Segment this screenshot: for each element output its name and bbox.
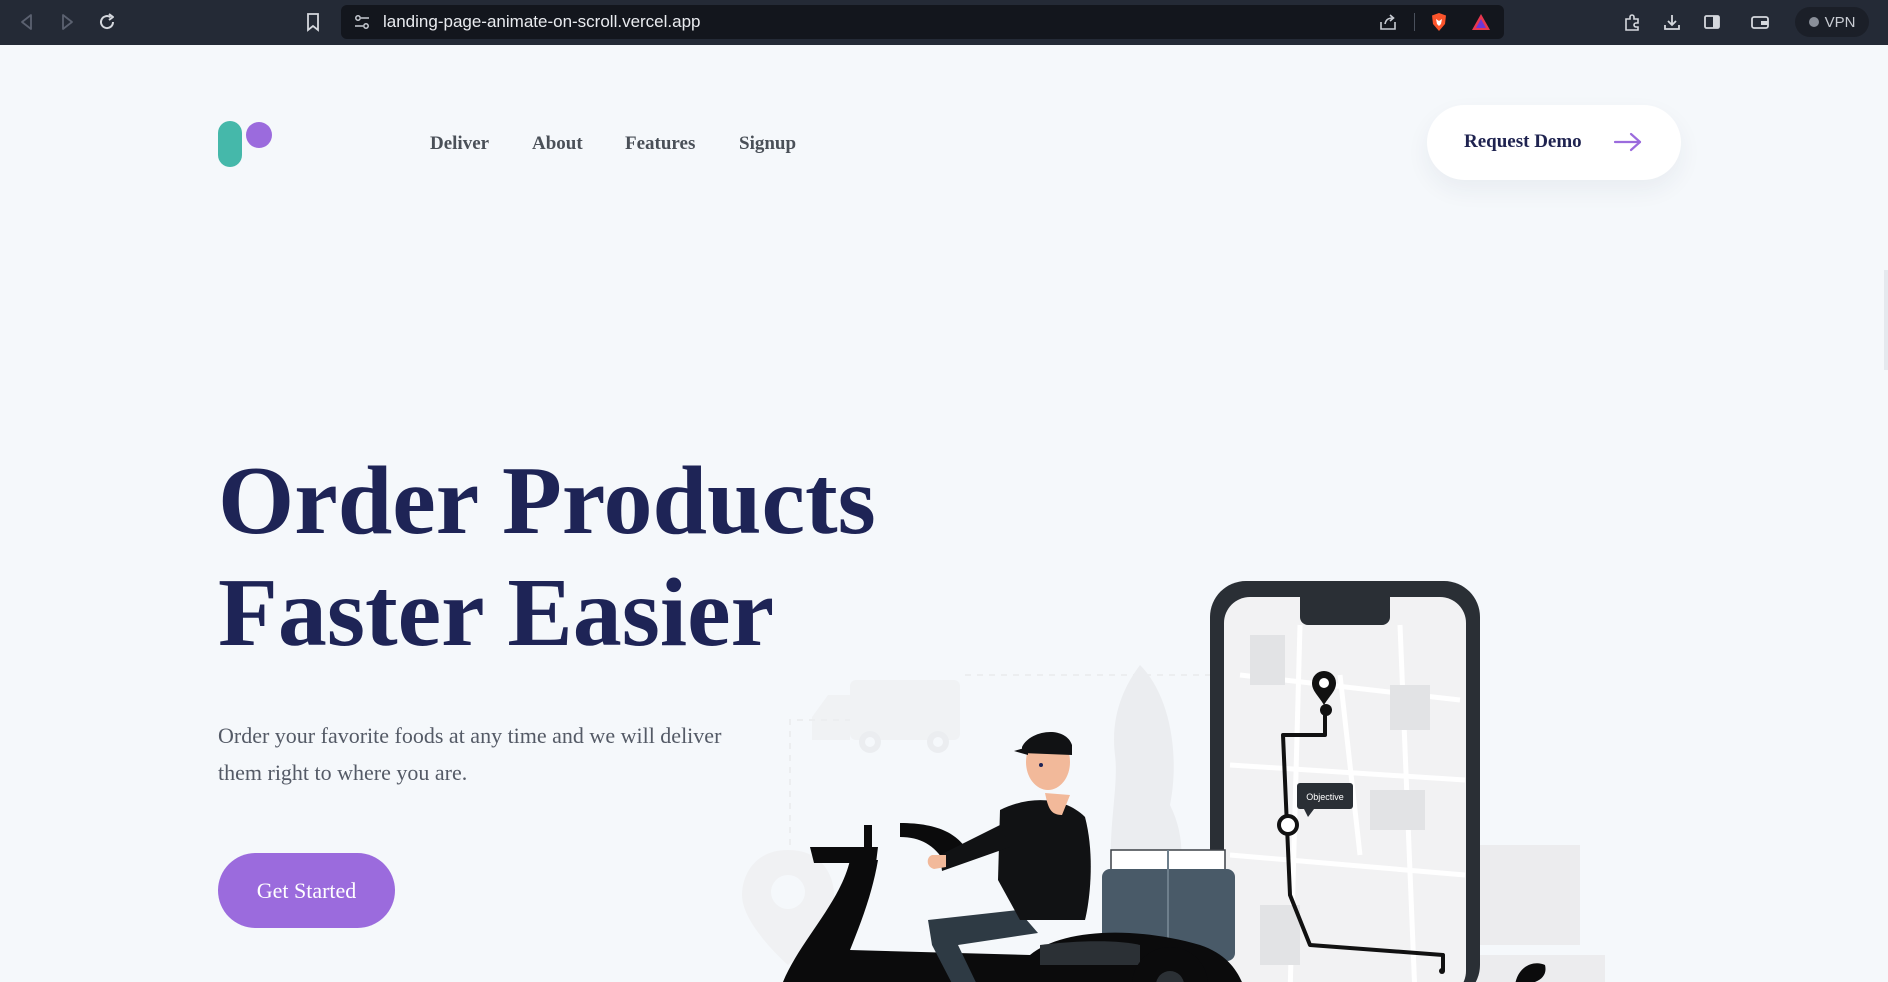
vpn-label: VPN <box>1824 13 1856 31</box>
back-icon[interactable] <box>14 9 40 35</box>
nav-link-about[interactable]: About <box>532 133 583 155</box>
logo-pill-shape <box>218 121 242 167</box>
vpn-button[interactable]: VPN <box>1795 7 1869 37</box>
download-icon[interactable] <box>1659 9 1685 35</box>
bookmark-icon[interactable] <box>300 9 326 35</box>
brand-logo[interactable] <box>218 121 276 167</box>
forward-icon[interactable] <box>54 9 80 35</box>
delivery-scooter-illustration: Objective <box>742 581 1605 982</box>
background-boxes-icon <box>1475 845 1605 982</box>
map-objective-tooltip: Objective <box>1306 792 1344 802</box>
phone-map-icon <box>1210 581 1480 982</box>
reload-icon[interactable] <box>94 9 120 35</box>
nav-link-features[interactable]: Features <box>625 133 695 155</box>
nav-link-signup[interactable]: Signup <box>739 133 796 155</box>
url-text[interactable]: landing-page-animate-on-scroll.vercel.ap… <box>383 5 701 39</box>
request-demo-label: Request Demo <box>1464 131 1582 152</box>
request-demo-button[interactable]: Request Demo <box>1427 105 1681 180</box>
arrow-right-icon <box>1613 132 1642 152</box>
omnibox-divider <box>1414 13 1415 31</box>
get-started-button[interactable]: Get Started <box>218 853 395 928</box>
nav-link-deliver[interactable]: Deliver <box>430 133 489 155</box>
extensions-icon[interactable] <box>1619 9 1645 35</box>
brave-rewards-icon[interactable] <box>1468 9 1494 35</box>
logo-dot-shape <box>246 122 272 148</box>
vpn-status-icon <box>1808 17 1819 27</box>
browser-toolbar: landing-page-animate-on-scroll.vercel.ap… <box>0 0 1888 45</box>
hero-title-line-2: Faster Easier <box>218 559 775 667</box>
edge-scroll-indicator <box>1884 270 1888 370</box>
share-icon[interactable] <box>1375 9 1401 35</box>
site-info-icon[interactable] <box>349 9 375 35</box>
landing-page: Deliver About Features Signup Request De… <box>0 45 1888 982</box>
wallet-icon[interactable] <box>1747 9 1773 35</box>
sidebar-icon[interactable] <box>1699 9 1725 35</box>
background-truck-icon <box>812 680 960 753</box>
hero-subtitle: Order your favorite foods at any time an… <box>218 723 722 785</box>
brave-shields-icon[interactable] <box>1426 9 1452 35</box>
address-bar[interactable]: landing-page-animate-on-scroll.vercel.ap… <box>341 5 1504 39</box>
